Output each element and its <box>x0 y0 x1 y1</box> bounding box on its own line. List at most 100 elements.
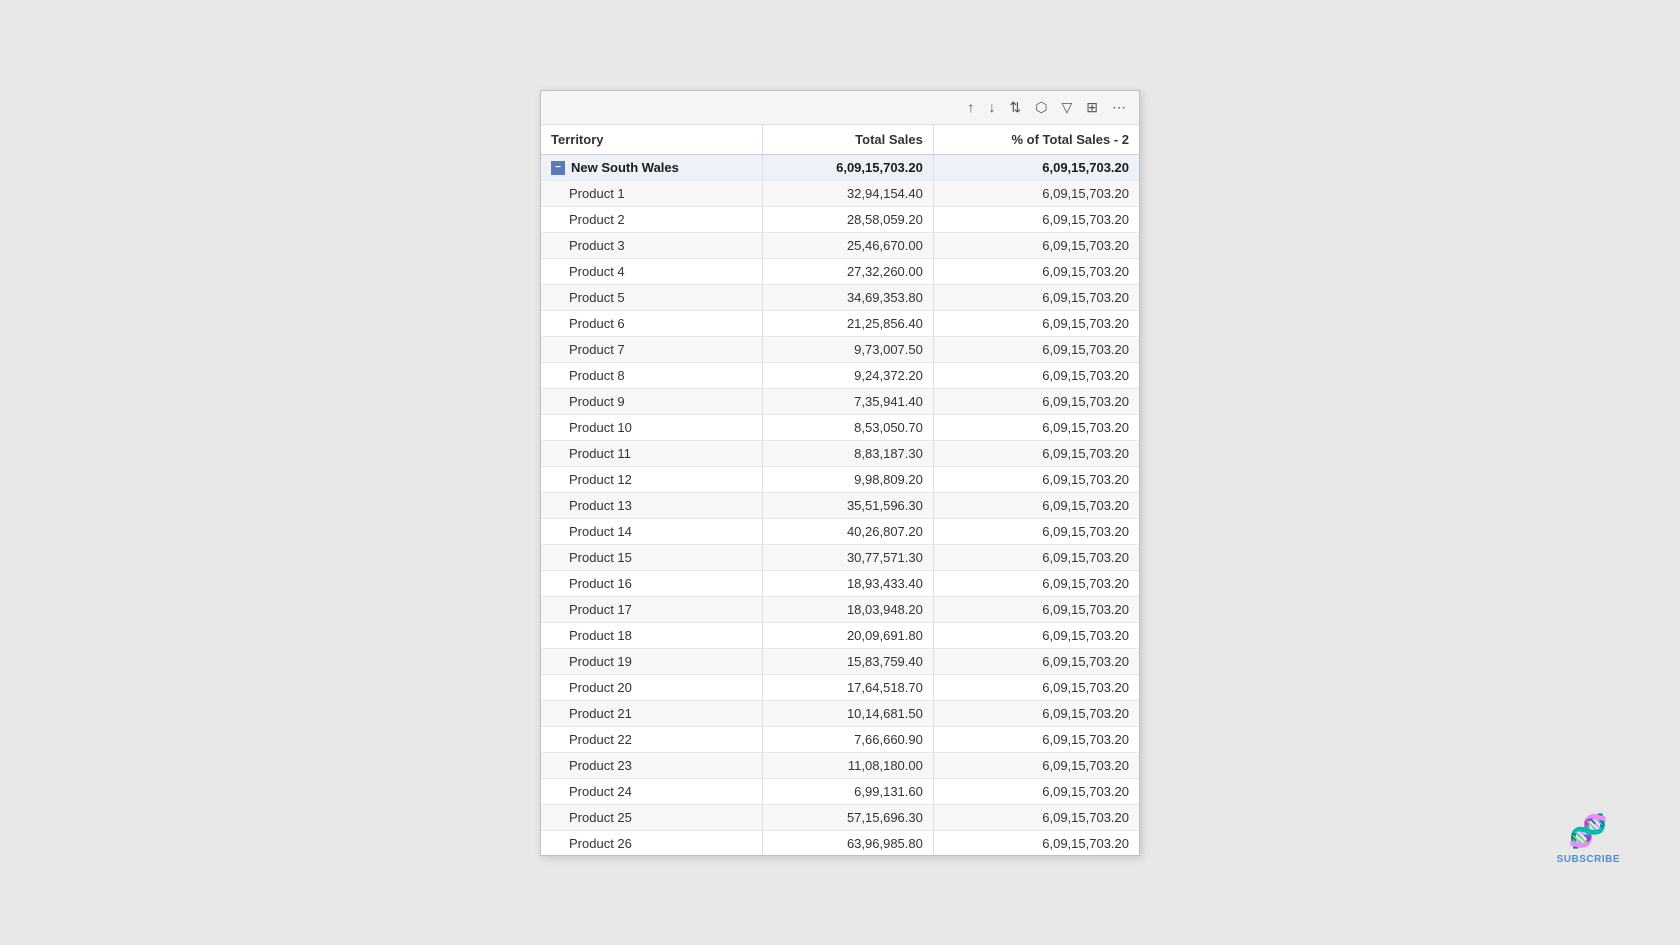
product-pct-total-sales: 6,09,15,703.20 <box>933 311 1139 337</box>
table-row[interactable]: Product 8 9,24,372.20 6,09,15,703.20 <box>541 363 1139 389</box>
table-row[interactable]: Product 14 40,26,807.20 6,09,15,703.20 <box>541 519 1139 545</box>
product-total-sales: 11,08,180.00 <box>762 753 933 779</box>
product-pct-total-sales: 6,09,15,703.20 <box>933 701 1139 727</box>
product-pct-total-sales: 6,09,15,703.20 <box>933 727 1139 753</box>
col-pct-total-sales[interactable]: % of Total Sales - 2 <box>933 125 1139 155</box>
table-row[interactable]: Product 18 20,09,691.80 6,09,15,703.20 <box>541 623 1139 649</box>
product-total-sales: 21,25,856.40 <box>762 311 933 337</box>
table-row[interactable]: Product 16 18,93,433.40 6,09,15,703.20 <box>541 571 1139 597</box>
sort-both-icon[interactable]: ⇅ <box>1007 97 1025 118</box>
table-row[interactable]: Product 2 28,58,059.20 6,09,15,703.20 <box>541 207 1139 233</box>
toolbar: ↑ ↓ ⇅ ⬡ ▽ ⊞ ⋯ <box>541 91 1139 125</box>
product-pct-total-sales: 6,09,15,703.20 <box>933 389 1139 415</box>
group-row[interactable]: −New South Wales 6,09,15,703.20 6,09,15,… <box>541 154 1139 181</box>
product-name: Product 7 <box>541 337 762 363</box>
table-row[interactable]: Product 10 8,53,050.70 6,09,15,703.20 <box>541 415 1139 441</box>
table-header-row: Territory Total Sales % of Total Sales -… <box>541 125 1139 155</box>
product-name: Product 23 <box>541 753 762 779</box>
product-name: Product 14 <box>541 519 762 545</box>
product-total-sales: 35,51,596.30 <box>762 493 933 519</box>
table-row[interactable]: Product 5 34,69,353.80 6,09,15,703.20 <box>541 285 1139 311</box>
table-row[interactable]: Product 26 63,96,985.80 6,09,15,703.20 <box>541 831 1139 855</box>
product-pct-total-sales: 6,09,15,703.20 <box>933 493 1139 519</box>
table-row[interactable]: Product 4 27,32,260.00 6,09,15,703.20 <box>541 259 1139 285</box>
product-total-sales: 9,98,809.20 <box>762 467 933 493</box>
product-pct-total-sales: 6,09,15,703.20 <box>933 259 1139 285</box>
product-name: Product 2 <box>541 207 762 233</box>
col-territory[interactable]: Territory <box>541 125 762 155</box>
product-name: Product 10 <box>541 415 762 441</box>
product-name: Product 5 <box>541 285 762 311</box>
product-name: Product 6 <box>541 311 762 337</box>
product-name: Product 9 <box>541 389 762 415</box>
product-total-sales: 17,64,518.70 <box>762 675 933 701</box>
product-name: Product 4 <box>541 259 762 285</box>
table-row[interactable]: Product 25 57,15,696.30 6,09,15,703.20 <box>541 805 1139 831</box>
product-pct-total-sales: 6,09,15,703.20 <box>933 753 1139 779</box>
export-icon[interactable]: ⊞ <box>1083 97 1101 118</box>
table-row[interactable]: Product 20 17,64,518.70 6,09,15,703.20 <box>541 675 1139 701</box>
product-name: Product 3 <box>541 233 762 259</box>
product-name: Product 19 <box>541 649 762 675</box>
collapse-icon[interactable]: − <box>551 161 565 175</box>
product-name: Product 24 <box>541 779 762 805</box>
expand-icon[interactable]: ⬡ <box>1032 97 1050 118</box>
product-name: Product 20 <box>541 675 762 701</box>
product-total-sales: 8,53,050.70 <box>762 415 933 441</box>
product-name: Product 26 <box>541 831 762 855</box>
product-total-sales: 9,24,372.20 <box>762 363 933 389</box>
product-name: Product 8 <box>541 363 762 389</box>
data-table: Territory Total Sales % of Total Sales -… <box>541 125 1139 855</box>
table-row[interactable]: Product 15 30,77,571.30 6,09,15,703.20 <box>541 545 1139 571</box>
product-total-sales: 18,03,948.20 <box>762 597 933 623</box>
product-total-sales: 34,69,353.80 <box>762 285 933 311</box>
product-pct-total-sales: 6,09,15,703.20 <box>933 415 1139 441</box>
table-row[interactable]: Product 13 35,51,596.30 6,09,15,703.20 <box>541 493 1139 519</box>
sort-asc-icon[interactable]: ↑ <box>965 97 978 117</box>
table-row[interactable]: Product 11 8,83,187.30 6,09,15,703.20 <box>541 441 1139 467</box>
product-pct-total-sales: 6,09,15,703.20 <box>933 623 1139 649</box>
product-pct-total-sales: 6,09,15,703.20 <box>933 831 1139 855</box>
product-pct-total-sales: 6,09,15,703.20 <box>933 649 1139 675</box>
product-pct-total-sales: 6,09,15,703.20 <box>933 233 1139 259</box>
filter-icon[interactable]: ▽ <box>1058 97 1075 118</box>
table-row[interactable]: Product 6 21,25,856.40 6,09,15,703.20 <box>541 311 1139 337</box>
group-pct-total-sales: 6,09,15,703.20 <box>933 154 1139 181</box>
table-row[interactable]: Product 1 32,94,154.40 6,09,15,703.20 <box>541 181 1139 207</box>
table-row[interactable]: Product 23 11,08,180.00 6,09,15,703.20 <box>541 753 1139 779</box>
product-pct-total-sales: 6,09,15,703.20 <box>933 337 1139 363</box>
table-row[interactable]: Product 22 7,66,660.90 6,09,15,703.20 <box>541 727 1139 753</box>
group-territory: −New South Wales <box>541 154 762 181</box>
table-row[interactable]: Product 9 7,35,941.40 6,09,15,703.20 <box>541 389 1139 415</box>
product-pct-total-sales: 6,09,15,703.20 <box>933 545 1139 571</box>
table-row[interactable]: Product 21 10,14,681.50 6,09,15,703.20 <box>541 701 1139 727</box>
scroll-area[interactable]: Territory Total Sales % of Total Sales -… <box>541 125 1139 855</box>
product-total-sales: 20,09,691.80 <box>762 623 933 649</box>
product-total-sales: 9,73,007.50 <box>762 337 933 363</box>
more-icon[interactable]: ⋯ <box>1109 97 1129 118</box>
col-total-sales[interactable]: Total Sales <box>762 125 933 155</box>
product-name: Product 18 <box>541 623 762 649</box>
group-total-sales: 6,09,15,703.20 <box>762 154 933 181</box>
product-total-sales: 25,46,670.00 <box>762 233 933 259</box>
product-total-sales: 30,77,571.30 <box>762 545 933 571</box>
table-row[interactable]: Product 17 18,03,948.20 6,09,15,703.20 <box>541 597 1139 623</box>
product-name: Product 25 <box>541 805 762 831</box>
table-row[interactable]: Product 7 9,73,007.50 6,09,15,703.20 <box>541 337 1139 363</box>
subscribe-badge[interactable]: 🧬 SUBSCRIBE <box>1557 812 1620 865</box>
product-pct-total-sales: 6,09,15,703.20 <box>933 207 1139 233</box>
table-row[interactable]: Product 19 15,83,759.40 6,09,15,703.20 <box>541 649 1139 675</box>
product-name: Product 11 <box>541 441 762 467</box>
table-row[interactable]: Product 24 6,99,131.60 6,09,15,703.20 <box>541 779 1139 805</box>
table-row[interactable]: Product 3 25,46,670.00 6,09,15,703.20 <box>541 233 1139 259</box>
table-row[interactable]: Product 12 9,98,809.20 6,09,15,703.20 <box>541 467 1139 493</box>
product-pct-total-sales: 6,09,15,703.20 <box>933 467 1139 493</box>
product-total-sales: 7,35,941.40 <box>762 389 933 415</box>
product-pct-total-sales: 6,09,15,703.20 <box>933 597 1139 623</box>
product-pct-total-sales: 6,09,15,703.20 <box>933 675 1139 701</box>
product-pct-total-sales: 6,09,15,703.20 <box>933 571 1139 597</box>
product-name: Product 1 <box>541 181 762 207</box>
product-pct-total-sales: 6,09,15,703.20 <box>933 441 1139 467</box>
sort-desc-icon[interactable]: ↓ <box>986 97 999 117</box>
product-total-sales: 6,99,131.60 <box>762 779 933 805</box>
